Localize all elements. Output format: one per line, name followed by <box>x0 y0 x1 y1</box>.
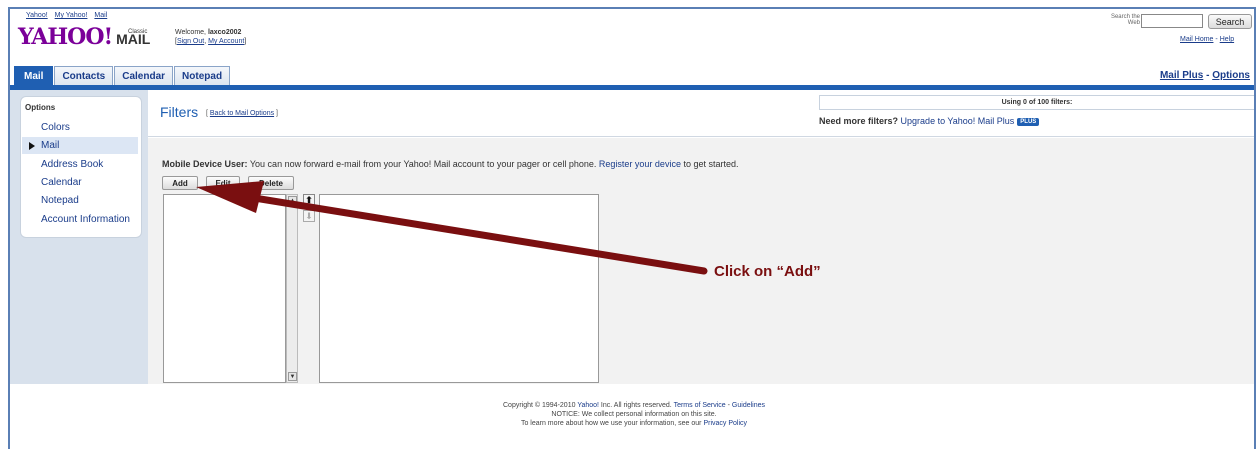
terms-of-service-link[interactable]: Terms of Service <box>674 402 726 409</box>
filter-usage-status: Using 0 of 100 filters: <box>819 95 1254 110</box>
options-link[interactable]: Options <box>1212 70 1250 81</box>
guidelines-link[interactable]: Guidelines <box>732 402 765 409</box>
top-links: Yahoo! My Yahoo! Mail <box>26 12 112 19</box>
mail-plus-links: Mail Plus - Options <box>1160 70 1250 81</box>
sidebar-item-mail[interactable]: Mail <box>22 137 138 154</box>
delete-filter-button[interactable]: Delete <box>248 176 294 190</box>
welcome-prefix: Welcome, <box>175 29 208 36</box>
scroll-up-icon[interactable]: ▲ <box>288 196 297 205</box>
upgrade-link[interactable]: Upgrade to Yahoo! Mail Plus <box>901 116 1015 126</box>
top-link-mail[interactable]: Mail <box>94 12 107 19</box>
help-link[interactable]: Help <box>1220 36 1234 43</box>
mobile-note-bold: Mobile Device User: <box>162 159 248 169</box>
yahoo-mail-logo[interactable]: YAHOO! MAIL <box>18 24 150 50</box>
sidebar-item-colors[interactable]: Colors <box>41 122 70 133</box>
sidebar-item-notepad[interactable]: Notepad <box>41 195 79 206</box>
mail-plus-link[interactable]: Mail Plus <box>1160 70 1203 81</box>
upgrade-prompt: Need more filters? Upgrade to Yahoo! Mai… <box>819 116 1040 126</box>
my-account-link[interactable]: My Account <box>208 38 244 45</box>
move-up-icon[interactable]: ⬆ <box>303 194 315 206</box>
account-links: [Sign Out, My Account] <box>175 38 246 45</box>
footer-privacy: To learn more about how we use your info… <box>10 419 1254 428</box>
filters-header: Filters [ Back to Mail Options ] Using 0… <box>148 90 1254 137</box>
options-menu: Options Colors Mail Address Book Calenda… <box>20 96 142 238</box>
top-link-my-yahoo[interactable]: My Yahoo! <box>55 12 88 19</box>
footer-notice: NOTICE: We collect personal information … <box>551 411 717 418</box>
selected-arrow-icon <box>29 142 35 150</box>
footer-yahoo-link[interactable]: Yahoo! <box>577 402 599 409</box>
mobile-note-text: You can now forward e-mail from your Yah… <box>247 159 599 169</box>
back-to-mail-options-link[interactable]: Back to Mail Options <box>210 110 274 117</box>
logo-edition: Classic <box>128 29 148 35</box>
privacy-policy-link[interactable]: Privacy Policy <box>703 420 747 427</box>
back-close: ] <box>274 110 278 117</box>
options-sidebar: Options Colors Mail Address Book Calenda… <box>10 90 148 384</box>
page-title: Filters <box>160 104 199 120</box>
sidebar-item-label: Mail <box>41 140 60 151</box>
filter-details-panel <box>319 194 599 383</box>
tab-contacts[interactable]: Contacts <box>54 66 114 85</box>
move-down-icon[interactable]: ⬇ <box>303 210 315 222</box>
annotation-callout: Click on “Add” <box>714 263 821 280</box>
more-filters-label: Need more filters? <box>819 116 899 126</box>
footer-copyright: Copyright © 1994-2010 Yahoo! Inc. All ri… <box>10 401 1254 410</box>
page-footer: Copyright © 1994-2010 Yahoo! Inc. All ri… <box>10 401 1254 428</box>
options-title: Options <box>25 103 56 112</box>
main-tabs: Mail Contacts Calendar Notepad <box>14 66 231 85</box>
back-link-wrap: [ Back to Mail Options ] <box>206 110 278 117</box>
username: laxco2002 <box>207 29 242 36</box>
filters-body: Mobile Device User: You can now forward … <box>148 138 1254 384</box>
sign-out-link[interactable]: Sign Out <box>177 38 204 45</box>
mail-home-link[interactable]: Mail Home <box>1180 36 1213 43</box>
sidebar-item-address-book[interactable]: Address Book <box>41 159 103 170</box>
sidebar-item-account-information[interactable]: Account Information <box>41 214 130 225</box>
top-link-yahoo[interactable]: Yahoo! <box>26 12 48 19</box>
header-links: Mail Home - Help <box>1180 36 1234 43</box>
tab-mail[interactable]: Mail <box>14 66 54 85</box>
register-device-link[interactable]: Register your device <box>599 159 681 169</box>
search-button[interactable]: Search <box>1208 14 1252 29</box>
sidebar-item-calendar[interactable]: Calendar <box>41 177 82 188</box>
browser-frame: Yahoo! My Yahoo! Mail YAHOO! MAIL Classi… <box>8 7 1256 449</box>
logo-brand: YAHOO! <box>18 24 113 50</box>
welcome-text: Welcome, laxco2002 <box>175 29 241 36</box>
filters-content: Filters [ Back to Mail Options ] Using 0… <box>148 90 1254 384</box>
tab-calendar[interactable]: Calendar <box>114 66 174 85</box>
footer-privacy-prefix: To learn more about how we use your info… <box>520 420 704 427</box>
footer-mid: Inc. All rights reserved. <box>598 402 674 409</box>
mobile-device-note: Mobile Device User: You can now forward … <box>162 159 739 169</box>
scroll-down-icon[interactable]: ▼ <box>288 372 297 381</box>
search-input[interactable] <box>1141 14 1203 28</box>
bracket-close: ] <box>244 38 247 45</box>
filter-list-scrollbar[interactable]: ▲ ▼ <box>286 194 298 383</box>
mobile-note-suffix: to get started. <box>680 159 739 169</box>
footer-prefix: Copyright © 1994-2010 <box>503 402 578 409</box>
search-label: Search the Web <box>1110 14 1140 26</box>
mail-plus-sep: - <box>1203 70 1213 81</box>
add-filter-button[interactable]: Add <box>162 176 198 190</box>
edit-filter-button[interactable]: Edit <box>206 176 240 190</box>
tab-notepad[interactable]: Notepad <box>174 66 231 85</box>
filter-list[interactable] <box>163 194 286 383</box>
plus-badge: PLUS <box>1017 117 1040 126</box>
